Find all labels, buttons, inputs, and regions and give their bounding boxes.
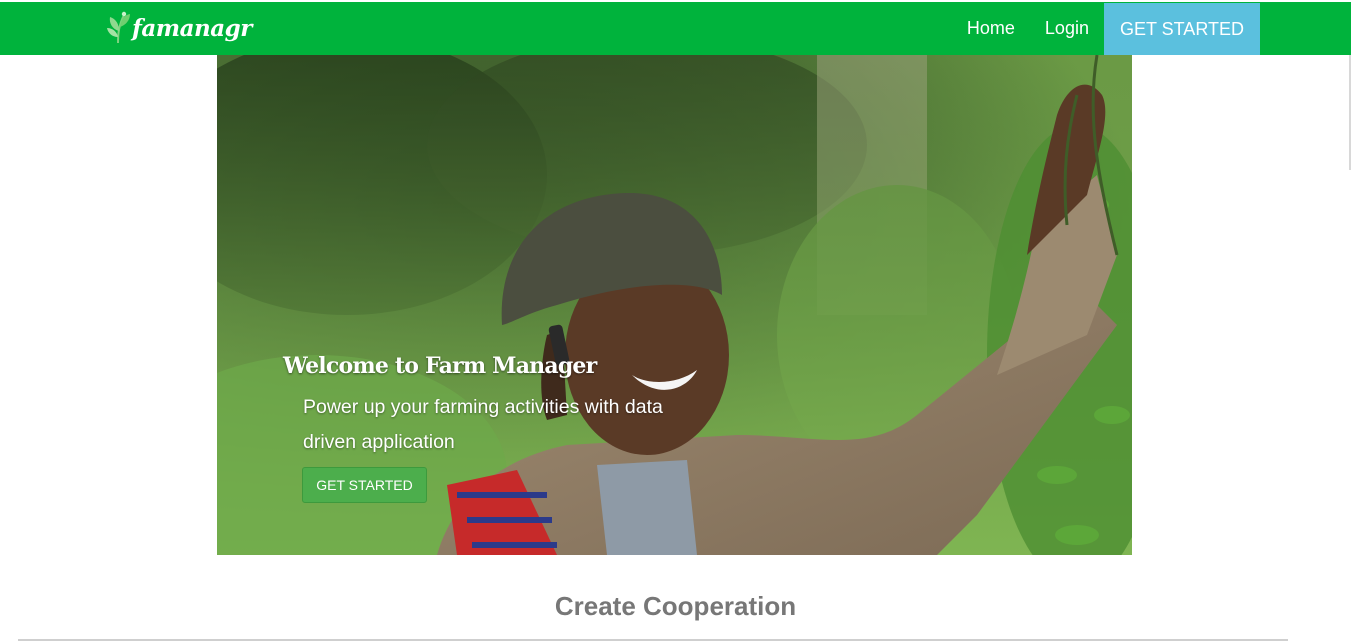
section-title: Create Cooperation [554,591,797,621]
nav-links: Home Login GET STARTED [952,2,1260,55]
brand-name: famanagr [132,14,252,42]
hero-title: Welcome to Farm Manager [283,353,597,379]
section-divider [18,639,1288,641]
nav-get-started-button[interactable]: GET STARTED [1103,2,1260,55]
brand-logo[interactable]: famanagr [104,8,252,48]
nav-link-home[interactable]: Home [952,2,1030,55]
nav-link-login[interactable]: Login [1030,2,1104,55]
hero-subtitle: Power up your farming activities with da… [303,396,663,453]
top-navbar: famanagr Home Login GET STARTED [0,2,1351,55]
leaf-icon [107,11,130,44]
hero-get-started-button[interactable]: GET STARTED [302,467,427,503]
hero-banner: Welcome to Farm Manager Power up your fa… [217,55,1132,555]
